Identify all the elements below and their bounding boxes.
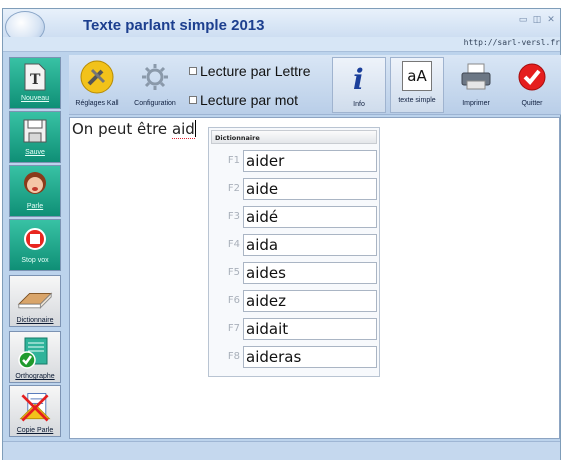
sidebar-item-label: Orthographe [15,373,55,380]
close-icon[interactable]: ✕ [545,14,557,26]
dictionary-shortcut-key: F3 [227,211,240,222]
quitter-label: Quitter [521,100,543,107]
quitter-button[interactable]: Quitter [505,57,559,113]
dictionary-word[interactable]: aidé [243,206,377,228]
left-sidebar: T Nouveau Sauve Parle Stop vox Dictionna… [3,55,67,437]
dictionary-entry[interactable]: F4 aida [213,234,379,256]
status-bar [3,441,560,460]
text-size-icon: aA [402,61,432,91]
configuration-label: Configuration [134,100,176,107]
dictionary-entry[interactable]: F5 aides [213,262,379,284]
reglages-label: Réglages Kall [75,100,119,107]
stop-icon [17,223,53,255]
info-label: Info [353,101,365,108]
imprimer-label: Imprimer [462,100,490,107]
toolbar: Réglages Kall Configuration Lecture par … [69,55,561,115]
dictionary-title: Dictionnaire [211,130,377,144]
dictionary-word[interactable]: aides [243,262,377,284]
dictionary-entry[interactable]: F3 aidé [213,206,379,228]
lecture-lettre-checkbox[interactable] [189,67,197,75]
sidebar-item-label: Nouveau [20,95,50,102]
save-disk-icon [17,115,53,147]
website-url[interactable]: http://sarl-versl.fr [464,38,560,47]
dictionary-shortcut-key: F5 [227,267,240,278]
dictionary-shortcut-key: F1 [227,155,240,166]
dictionary-shortcut-key: F8 [227,351,240,362]
url-strip: http://sarl-versl.fr [3,37,560,52]
texte-simple-label: texte simple [398,97,436,104]
lecture-mot-checkbox[interactable] [189,96,197,104]
check-quit-icon [514,60,550,94]
dictionary-entry[interactable]: F2 aide [213,178,379,200]
dictionary-entry[interactable]: F6 aidez [213,290,379,312]
dictionary-word[interactable]: aidait [243,318,377,340]
sidebar-item-nouveau[interactable]: T Nouveau [9,57,61,109]
minimize-icon[interactable]: ▭ [517,14,529,26]
dictionary-entry[interactable]: F7 aidait [213,318,379,340]
dictionary-entry[interactable]: F8 aideras [213,346,379,368]
speaking-face-icon [17,169,53,201]
dictionary-shortcut-key: F4 [227,239,240,250]
dictionary-shortcut-key: F2 [227,183,240,194]
lecture-lettre-label: Lecture par Lettre [200,63,311,79]
book-icon [17,279,53,315]
dictionary-word[interactable]: aideras [243,346,377,368]
text-caret [194,120,196,137]
dictionary-word[interactable]: aider [243,150,377,172]
maximize-icon[interactable]: ◫ [531,14,543,26]
svg-text:i: i [353,63,364,94]
info-icon: i [341,61,377,95]
sidebar-item-label: Sauve [25,149,45,156]
lecture-mot-option[interactable]: Lecture par mot [189,92,298,108]
spellcheck-icon [17,335,53,371]
editor-text-before: On peut être [72,120,172,138]
copy-speak-icon [17,389,53,425]
gear-icon [137,60,173,94]
sidebar-item-sauve[interactable]: Sauve [9,111,61,163]
dictionary-shortcut-key: F6 [227,295,240,306]
info-button[interactable]: i Info [332,57,386,113]
printer-icon [458,60,494,94]
reglages-button[interactable]: Réglages Kall [71,57,123,113]
sidebar-item-label: Parle [26,203,44,210]
dictionary-popup: Dictionnaire F1 aider F2 aide F3 aidé F4… [208,127,380,377]
svg-text:T: T [30,72,41,88]
misspelled-word: aid [171,120,195,139]
new-document-icon: T [17,61,53,93]
editor-content[interactable]: On peut être aid [72,120,196,139]
text-size-glyph: aA [407,67,427,85]
texte-simple-button[interactable]: aA texte simple [390,57,444,113]
lecture-lettre-option[interactable]: Lecture par Lettre [189,63,311,79]
sidebar-item-parle[interactable]: Parle [9,165,61,217]
sidebar-item-label: Dictionnaire [16,317,54,324]
sidebar-item-label: Stop vox [21,257,49,264]
dictionary-word[interactable]: aidez [243,290,377,312]
lecture-mot-label: Lecture par mot [200,92,299,108]
sidebar-item-label: Copie Parle [16,427,54,434]
dictionary-shortcut-key: F7 [227,323,240,334]
sidebar-item-stop-vox[interactable]: Stop vox [9,219,61,271]
sidebar-item-orthographe[interactable]: Orthographe [9,331,61,383]
sidebar-item-dictionnaire[interactable]: Dictionnaire [9,275,61,327]
dictionary-entry[interactable]: F1 aider [213,150,379,172]
window-title: Texte parlant simple 2013 [83,17,265,34]
configuration-button[interactable]: Configuration [127,57,183,113]
dictionary-word[interactable]: aide [243,178,377,200]
dictionary-word[interactable]: aida [243,234,377,256]
imprimer-button[interactable]: Imprimer [448,57,504,113]
tools-icon [79,60,115,94]
sidebar-item-copie-parle[interactable]: Copie Parle [9,385,61,437]
